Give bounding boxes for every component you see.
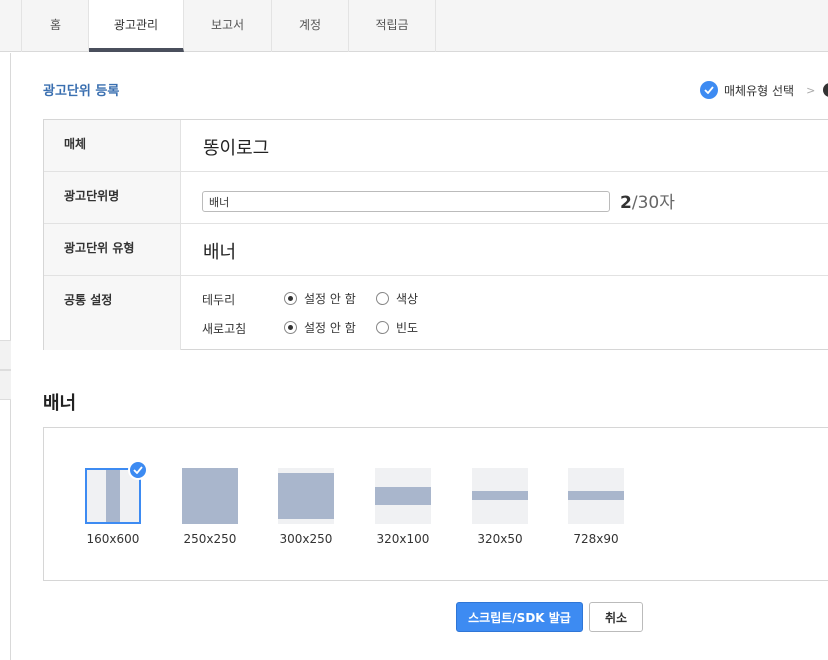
next-step-icon bbox=[823, 83, 828, 97]
media-cell: 똥이로그 bbox=[182, 120, 828, 171]
refresh-frequency-radio[interactable]: 빈도 bbox=[376, 319, 418, 336]
section-title-banner: 배너 bbox=[43, 393, 77, 414]
unit-name-input[interactable] bbox=[202, 191, 610, 212]
tab-home[interactable]: 홈 bbox=[23, 0, 89, 52]
unit-type-value: 배너 bbox=[203, 242, 237, 263]
radio-label: 설정 안 함 bbox=[304, 321, 356, 335]
label-unit-name: 광고단위명 bbox=[44, 172, 181, 223]
tab-account[interactable]: 계정 bbox=[272, 0, 349, 52]
unit-type-cell: 배너 bbox=[182, 224, 828, 275]
size-option-160x600[interactable]: 160x600 bbox=[78, 460, 148, 546]
radio-selected-icon[interactable] bbox=[284, 292, 297, 305]
tab-points[interactable]: 적립금 bbox=[349, 0, 436, 52]
check-icon bbox=[128, 460, 148, 480]
radio-label: 빈도 bbox=[396, 321, 419, 335]
chevron-right-icon: > bbox=[806, 83, 816, 97]
page-title: 광고단위 등록 bbox=[43, 84, 120, 99]
banner-size-picker: 160x600 250x250 300x250 320x100 320x50 7… bbox=[43, 427, 828, 581]
radio-selected-icon[interactable] bbox=[284, 321, 297, 334]
border-label: 테두리 bbox=[202, 293, 236, 307]
size-thumbnail[interactable] bbox=[182, 468, 238, 524]
nav-left-gap bbox=[0, 0, 22, 52]
radio-label: 설정 안 함 bbox=[304, 292, 356, 306]
size-option-728x90[interactable]: 728x90 bbox=[561, 468, 631, 546]
border-color-radio[interactable]: 색상 bbox=[376, 290, 418, 307]
size-thumbnail[interactable] bbox=[472, 468, 528, 524]
size-thumbnail[interactable] bbox=[375, 468, 431, 524]
label-unit-type: 광고단위 유형 bbox=[44, 224, 181, 275]
border-none-radio[interactable]: 설정 안 함 bbox=[284, 290, 356, 307]
radio-icon[interactable] bbox=[376, 321, 389, 334]
check-icon bbox=[700, 81, 718, 99]
size-label: 728x90 bbox=[573, 532, 619, 546]
size-thumbnail[interactable] bbox=[278, 468, 334, 524]
size-label: 320x50 bbox=[477, 532, 523, 546]
tab-reports[interactable]: 보고서 bbox=[184, 0, 272, 52]
unit-form: 매체 똥이로그 광고단위명 광고단위 유형 배너 공통 설정 2/30자 테두리… bbox=[43, 119, 828, 350]
step-indicator: 매체유형 선택 > bbox=[700, 81, 815, 99]
size-label: 300x250 bbox=[279, 532, 333, 546]
top-nav: 홈 광고관리 보고서 계정 적립금 bbox=[0, 0, 828, 52]
form-row-unit-type: 광고단위 유형 배너 bbox=[44, 224, 828, 276]
size-label: 160x600 bbox=[86, 532, 140, 546]
radio-label: 색상 bbox=[396, 292, 419, 306]
cancel-button[interactable]: 취소 bbox=[589, 602, 643, 632]
size-thumbnail[interactable] bbox=[85, 460, 148, 524]
step-label: 매체유형 선택 bbox=[724, 83, 795, 98]
left-sidebar-edge bbox=[0, 53, 11, 660]
refresh-none-radio[interactable]: 설정 안 함 bbox=[284, 319, 356, 336]
tab-ad-management[interactable]: 광고관리 bbox=[89, 0, 184, 52]
size-label: 320x100 bbox=[376, 532, 430, 546]
form-row-common: 공통 설정 bbox=[44, 276, 828, 350]
label-media: 매체 bbox=[44, 120, 181, 171]
size-label: 250x250 bbox=[183, 532, 237, 546]
sidebar-edge-item[interactable] bbox=[0, 370, 11, 400]
size-option-320x100[interactable]: 320x100 bbox=[368, 468, 438, 546]
sidebar-edge-item[interactable] bbox=[0, 340, 11, 370]
issue-script-sdk-button[interactable]: 스크립트/SDK 발급 bbox=[456, 602, 583, 632]
size-option-320x50[interactable]: 320x50 bbox=[465, 468, 535, 546]
media-value: 똥이로그 bbox=[203, 138, 270, 159]
size-option-300x250[interactable]: 300x250 bbox=[271, 468, 341, 546]
form-row-media: 매체 똥이로그 bbox=[44, 120, 828, 172]
radio-icon[interactable] bbox=[376, 292, 389, 305]
char-counter: 2/30자 bbox=[620, 193, 675, 213]
size-option-250x250[interactable]: 250x250 bbox=[175, 468, 245, 546]
size-thumbnail[interactable] bbox=[568, 468, 624, 524]
label-common: 공통 설정 bbox=[44, 276, 181, 350]
refresh-label: 새로고침 bbox=[202, 322, 247, 336]
